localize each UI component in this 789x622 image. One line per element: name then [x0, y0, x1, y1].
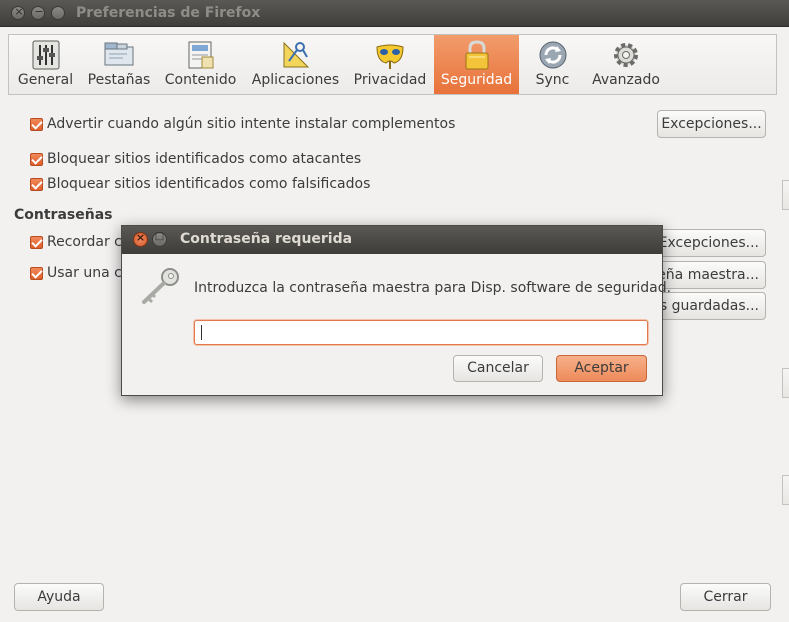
master-password-input[interactable] — [194, 320, 648, 345]
passwords-exceptions-button[interactable]: Excepciones... — [657, 229, 766, 257]
block-attack-checkbox[interactable] — [30, 153, 43, 166]
master-password-label: Usar una co — [47, 265, 131, 281]
dialog-title: Contraseña requerida — [180, 231, 353, 247]
close-icon: × — [135, 231, 146, 244]
text-caret — [201, 325, 202, 340]
block-forgery-label: Bloquear sitios identificados como falsi… — [47, 176, 371, 192]
block-forgery-checkbox[interactable] — [30, 178, 43, 191]
maximize-icon: □ — [154, 231, 165, 242]
accept-button[interactable]: Aceptar — [556, 355, 647, 382]
tab-general[interactable]: General — [9, 35, 82, 94]
tab-label: Pestañas — [87, 72, 151, 88]
warn-addons-checkbox[interactable] — [30, 118, 43, 131]
tab-privacy[interactable]: Privacidad — [346, 35, 434, 94]
dialog-message: Introduzca la contraseña maestra para Di… — [194, 280, 672, 296]
passwords-section-title: Contraseñas — [14, 207, 113, 223]
tab-label: Sync — [535, 72, 570, 88]
key-icon — [142, 268, 179, 304]
tab-advanced[interactable]: Avanzado — [586, 35, 666, 94]
dialog-titlebar: × □ Contraseña requerida — [122, 226, 662, 254]
warn-addons-label: Advertir cuando algún sitio intente inst… — [47, 116, 456, 132]
sync-icon — [539, 41, 566, 69]
window-close-button[interactable]: × — [11, 5, 25, 20]
window-maximize-button[interactable] — [51, 6, 65, 20]
scroll-edge — [782, 180, 789, 210]
tab-label: Avanzado — [592, 72, 660, 88]
tab-label: Aplicaciones — [251, 72, 340, 88]
applications-icon — [283, 41, 309, 68]
dialog-close-button[interactable]: × — [133, 231, 148, 247]
cancel-button[interactable]: Cancelar — [453, 355, 543, 382]
tab-label: Contenido — [164, 72, 237, 88]
mask-icon — [376, 44, 404, 69]
tabs-icon — [104, 42, 134, 66]
preferences-tab-bar: General Pestañas Contenido Aplicaciones — [8, 34, 777, 95]
tab-label: Seguridad — [440, 72, 513, 88]
tab-content[interactable]: Contenido — [156, 35, 245, 94]
dialog-maximize-button[interactable]: □ — [152, 231, 167, 247]
master-password-checkbox[interactable] — [30, 267, 43, 280]
addons-exceptions-button[interactable]: Excepciones... — [657, 110, 766, 138]
window-titlebar: × − Preferencias de Firefox — [0, 0, 789, 27]
block-attack-label: Bloquear sitios identificados como ataca… — [47, 151, 362, 167]
help-button[interactable]: Ayuda — [14, 583, 104, 611]
content-icon — [188, 41, 213, 69]
remember-passwords-label: Recordar c — [47, 234, 122, 250]
tab-label: Privacidad — [353, 72, 427, 88]
scroll-edge — [782, 368, 789, 398]
saved-passwords-button[interactable]: s guardadas... — [652, 292, 766, 320]
minimize-icon: − — [34, 5, 44, 18]
gear-icon — [614, 43, 638, 67]
remember-passwords-checkbox[interactable] — [30, 236, 43, 249]
tab-tabs[interactable]: Pestañas — [82, 35, 156, 94]
sliders-icon — [32, 40, 59, 70]
tab-applications[interactable]: Aplicaciones — [245, 35, 346, 94]
lock-icon — [465, 40, 488, 70]
master-password-dialog: × □ Contraseña requerida Introduzca la c… — [121, 225, 671, 396]
window-minimize-button[interactable]: − — [31, 5, 45, 20]
tab-security[interactable]: Seguridad — [434, 35, 519, 94]
close-icon: × — [14, 5, 24, 18]
close-button[interactable]: Cerrar — [680, 583, 771, 611]
window-title: Preferencias de Firefox — [76, 5, 261, 21]
scroll-edge — [782, 475, 789, 505]
tab-sync[interactable]: Sync — [519, 35, 586, 94]
tab-label: General — [17, 72, 74, 88]
